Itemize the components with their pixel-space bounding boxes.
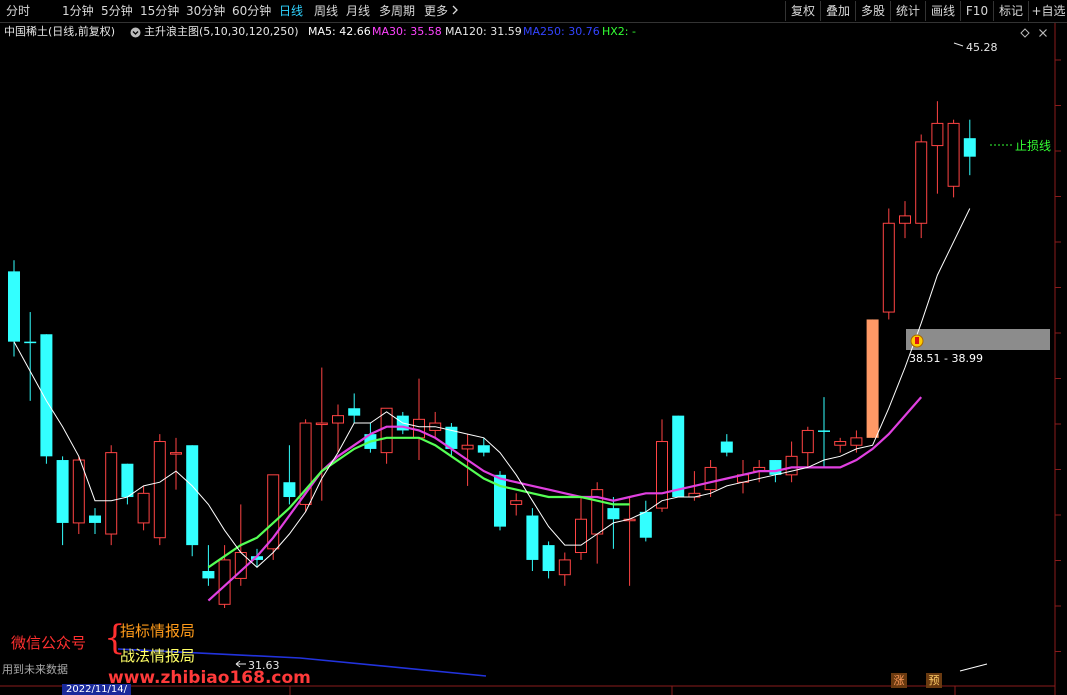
diamond-icon[interactable] — [1020, 26, 1030, 44]
candle-body — [882, 222, 895, 313]
chevron-right-icon[interactable] — [450, 1, 460, 23]
candle-body — [558, 559, 571, 576]
fuquan-button[interactable]: 复权 — [785, 1, 820, 21]
candle-body — [40, 334, 53, 457]
candle-body — [315, 422, 328, 426]
candle-body — [931, 122, 944, 147]
high-marker — [953, 42, 964, 47]
tab-30min[interactable]: 30分钟 — [186, 3, 225, 19]
candle-body — [56, 460, 69, 523]
tab-15min[interactable]: 15分钟 — [140, 3, 179, 19]
close-icon[interactable] — [1038, 26, 1048, 44]
candle-body — [834, 441, 847, 446]
candle-body — [915, 141, 928, 224]
tab-60min[interactable]: 60分钟 — [232, 3, 271, 19]
candle-body — [542, 545, 555, 572]
ma30-line — [207, 396, 923, 602]
candle-body — [899, 215, 911, 224]
stop-loss-label: 止损线 — [1015, 139, 1052, 153]
tab-monthly[interactable]: 月线 — [346, 3, 370, 19]
candle-body — [720, 441, 733, 453]
zhang-badge: 涨 — [891, 673, 907, 688]
candle-body — [801, 429, 814, 454]
tab-multi-period[interactable]: 多周期 — [379, 3, 415, 19]
candle-body — [137, 492, 150, 524]
indicator-name: 主升浪主图(5,10,30,120,250) — [144, 25, 299, 38]
f10-button[interactable]: F10 — [960, 1, 993, 21]
future-data-note: 用到未来数据 — [2, 663, 68, 676]
watermark-url: www.zhibiao168.com — [108, 668, 311, 688]
watermark-line1: 指标情报局 — [120, 622, 196, 640]
mark-button[interactable]: 标记 — [993, 1, 1028, 21]
statistics-button[interactable]: 统计 — [890, 1, 925, 21]
hx2-value: HX2: - — [602, 25, 636, 38]
candle-body — [639, 511, 652, 538]
candle-body — [850, 437, 863, 446]
candle-body — [477, 445, 490, 453]
candle-body — [283, 482, 296, 498]
candle-body — [8, 271, 20, 342]
candle-body — [656, 441, 668, 509]
stock-title: 中国稀土(日线,前复权) — [4, 25, 116, 38]
ma30-value: MA30: 35.58 — [372, 25, 442, 38]
watermark-line2: 战法情报局 — [120, 647, 196, 665]
candle-body — [769, 460, 782, 475]
candle-body — [153, 441, 166, 539]
candle-body — [121, 463, 134, 498]
candle-body — [818, 430, 830, 432]
candle-body — [332, 415, 344, 424]
ma5-line — [13, 208, 971, 568]
tab-daily[interactable]: 日线 — [279, 3, 303, 19]
kline-chart[interactable] — [0, 0, 1067, 695]
overlay-button[interactable]: 叠加 — [820, 1, 855, 21]
ma250-value: MA250: 30.76 — [523, 25, 600, 38]
tab-5min[interactable]: 5分钟 — [101, 3, 133, 19]
indicator-info-bar: 中国稀土(日线,前复权) 主升浪主图(5,10,30,120,250) MA5:… — [0, 23, 1067, 41]
yu-badge: 预 — [926, 673, 942, 688]
tab-more[interactable]: 更多 — [424, 3, 448, 19]
candle-body — [494, 474, 506, 527]
candle-body — [947, 122, 960, 187]
candle-body — [963, 138, 976, 157]
candle-body — [704, 466, 717, 491]
target-zone-box — [906, 329, 1050, 350]
draw-line-button[interactable]: 画线 — [925, 1, 960, 21]
ma5-value: MA5: 42.66 — [308, 25, 371, 38]
low-marker — [235, 660, 246, 668]
tab-fenshi[interactable]: 分时 — [6, 3, 30, 19]
candle-body — [89, 515, 101, 523]
candle-body — [186, 445, 199, 546]
trend-mini-line — [959, 663, 988, 672]
signal-coin-mark — [915, 337, 919, 344]
high-price-label: 45.28 — [966, 41, 998, 54]
candle-body — [672, 415, 685, 498]
period-toolbar: 分时 1分钟 5分钟 15分钟 30分钟 60分钟 日线 周线 月线 多周期 更… — [0, 0, 1067, 23]
candle-body — [461, 444, 474, 450]
candle-body — [202, 571, 215, 579]
candle-body — [348, 408, 361, 416]
zone-range-label: 38.51 - 38.99 — [909, 352, 983, 365]
candle-body — [510, 500, 523, 505]
wechat-watermark: 微信公众号 — [11, 634, 87, 652]
ma120-value: MA120: 31.59 — [445, 25, 522, 38]
candle-body — [72, 459, 85, 524]
candle-body — [526, 515, 539, 560]
add-watchlist-button[interactable]: +自选 — [1028, 1, 1067, 21]
candle-body — [607, 508, 620, 520]
candle-body — [170, 452, 182, 455]
candle-body — [105, 452, 118, 535]
candle-body — [866, 319, 879, 438]
multi-stock-button[interactable]: 多股 — [855, 1, 890, 21]
candle-body — [575, 518, 587, 554]
indicator-settings-icon[interactable] — [130, 26, 141, 44]
tab-weekly[interactable]: 周线 — [314, 3, 338, 19]
tab-1min[interactable]: 1分钟 — [62, 3, 94, 19]
candle-body — [24, 341, 37, 344]
